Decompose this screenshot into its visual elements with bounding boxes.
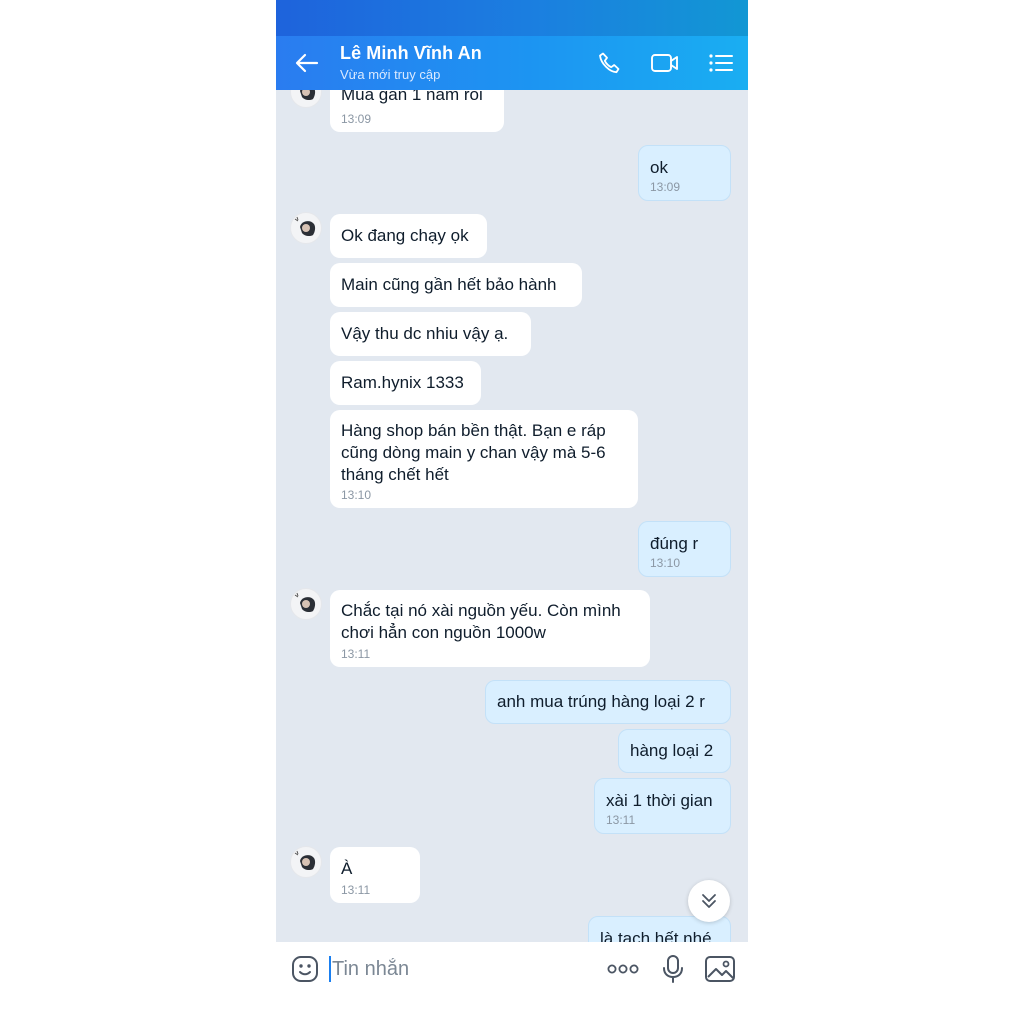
avatar[interactable]: [290, 846, 322, 878]
text-caret: [329, 956, 331, 982]
message-text: xài 1 thời gian: [606, 791, 713, 810]
message-time: 13:11: [606, 813, 636, 827]
message-bubble[interactable]: Hàng shop bán bền thật. Bạn e ráp cũng d…: [330, 410, 638, 508]
message-text: Hàng shop bán bền thật. Bạn e ráp cũng d…: [341, 421, 606, 484]
message-bubble[interactable]: anh mua trúng hàng loại 2 r: [485, 680, 731, 724]
message-text: ok: [650, 158, 668, 177]
double-chevron-down-icon: [702, 894, 716, 908]
more-options-button[interactable]: [606, 956, 640, 982]
phone-call-icon: [599, 52, 620, 74]
message-time: 13:10: [341, 488, 372, 502]
avatar[interactable]: [290, 90, 322, 108]
message-time: 13:09: [341, 112, 372, 126]
menu-button[interactable]: [706, 48, 736, 78]
menu-list-icon: [709, 54, 733, 72]
avatar[interactable]: [290, 212, 322, 244]
message-text: À: [341, 859, 353, 878]
back-button[interactable]: [292, 49, 322, 77]
message-composer: [276, 942, 748, 1024]
message-bubble[interactable]: À 13:11: [330, 847, 420, 903]
avatar[interactable]: [290, 588, 322, 620]
image-icon: [705, 956, 735, 982]
message-bubble[interactable]: Ram.hynix 1333: [330, 361, 481, 405]
message-text: Mua gần 1 năm rồi: [341, 90, 483, 104]
more-options-icon: [607, 964, 639, 974]
message-time: 13:09: [650, 180, 681, 194]
message-bubble[interactable]: hàng loại 2: [618, 729, 731, 773]
message-bubble[interactable]: Chắc tại nó xài nguồn yếu. Còn mình chơi…: [330, 590, 650, 667]
video-call-icon: [651, 54, 678, 72]
contact-avatar-icon: [300, 90, 316, 101]
contact-name[interactable]: Lê Minh Vĩnh An: [340, 43, 482, 64]
message-text: Vậy thu dc nhiu vậy ạ.: [341, 324, 509, 343]
status-bar: [276, 0, 748, 36]
video-call-button[interactable]: [648, 48, 682, 78]
contact-avatar-icon: [294, 216, 316, 237]
message-list[interactable]: Mua gần 1 năm rồi 13:09 ok 13:09 Ok đang…: [276, 90, 748, 942]
message-text: Main cũng gần hết bảo hành: [341, 275, 557, 294]
back-arrow-icon: [295, 53, 319, 73]
message-text: Ok đang chạy ọk: [341, 226, 469, 245]
message-bubble[interactable]: xài 1 thời gian 13:11: [594, 778, 731, 834]
send-image-button[interactable]: [704, 954, 736, 984]
contact-avatar-icon: [294, 850, 316, 871]
message-bubble[interactable]: đúng r 13:10: [638, 521, 731, 577]
message-time: 13:11: [341, 883, 371, 897]
message-input[interactable]: [332, 954, 532, 984]
message-text: Ram.hynix 1333: [341, 373, 464, 392]
message-bubble[interactable]: Ok đang chạy ọk: [330, 214, 487, 258]
message-bubble[interactable]: Vậy thu dc nhiu vậy ạ.: [330, 312, 531, 356]
contact-avatar-icon: [294, 592, 316, 613]
contact-status: Vừa mới truy cập: [340, 67, 441, 82]
message-time: 13:11: [341, 647, 371, 661]
message-text: anh mua trúng hàng loại 2 r: [497, 692, 705, 711]
message-text: đúng r: [650, 534, 699, 553]
chat-screen: Lê Minh Vĩnh An Vừa mới truy cập Mua gần…: [276, 0, 748, 1024]
message-text: hàng loại 2: [630, 741, 714, 760]
emoji-icon: [292, 956, 318, 982]
message-bubble[interactable]: Mua gần 1 năm rồi 13:09: [330, 90, 504, 132]
scroll-to-bottom-button[interactable]: [688, 880, 730, 922]
message-time: 13:10: [650, 556, 681, 570]
message-bubble[interactable]: Main cũng gần hết bảo hành: [330, 263, 582, 307]
emoji-button[interactable]: [290, 954, 320, 984]
voice-message-button[interactable]: [660, 954, 686, 984]
message-text: Chắc tại nó xài nguồn yếu. Còn mình chơi…: [341, 601, 621, 642]
microphone-icon: [663, 955, 683, 983]
chat-header: Lê Minh Vĩnh An Vừa mới truy cập: [276, 36, 748, 90]
message-bubble[interactable]: ok 13:09: [638, 145, 731, 201]
call-button[interactable]: [594, 48, 626, 78]
